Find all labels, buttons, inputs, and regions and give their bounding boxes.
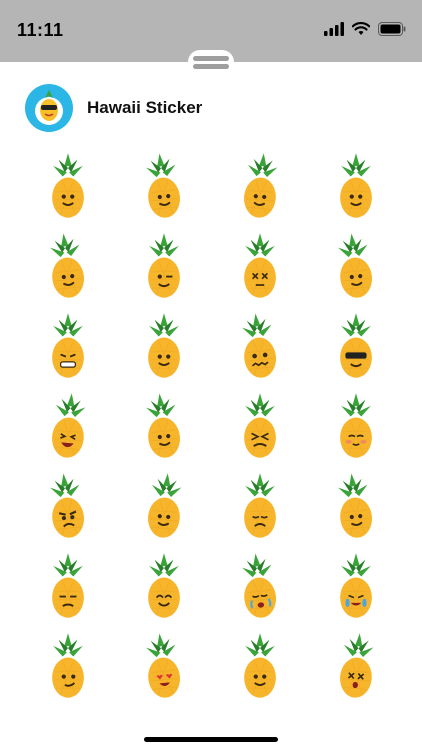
pineapple-icon [340,553,372,618]
pineapple-icon [146,393,181,458]
pineapple-icon [338,473,373,538]
status-time: 11:11 [17,20,64,40]
pineapple-angry-sticker[interactable] [20,466,116,546]
pineapple-nervous-sticker[interactable] [212,306,308,386]
pineapple-icon [340,313,372,378]
home-indicator [144,737,278,742]
pineapple-character-sticker[interactable] [20,146,116,226]
pineapple-dizzy-sticker[interactable] [212,226,308,306]
pineapple-tired-sticker[interactable] [20,546,116,626]
pineapple-icon [244,473,276,538]
pineapple-icon [340,153,372,218]
pineapple-icon [244,633,276,698]
pineapple-icon [244,393,276,458]
wifi-icon [352,22,370,35]
pineapple-knocked-out-sticker[interactable] [308,626,404,706]
cellular-signal-icon [324,22,344,36]
pineapple-sob-sticker[interactable] [308,546,404,626]
pineapple-icon [340,633,374,698]
pineapple-icon [146,153,181,218]
sticker-pack-header: Hawaii Sticker [25,84,202,132]
app-icon [25,84,73,132]
pineapple-blush-sticker[interactable] [308,386,404,466]
pineapple-icon [148,473,182,538]
pineapple-icon [148,313,180,378]
pineapple-icon [146,633,181,698]
pineapple-icon [242,553,277,618]
battery-icon [378,22,406,36]
pineapple-exercise-bike-sticker[interactable] [308,226,404,306]
sticker-sheet: Hawaii Sticker [0,50,422,750]
pineapple-jump-rope-sticker[interactable] [116,306,212,386]
pineapple-hula-hoop-sticker[interactable] [212,626,308,706]
pineapple-swimming-sticker[interactable] [116,466,212,546]
pineapple-icon [148,233,180,298]
status-icons [324,22,406,36]
pineapple-grimace-sticker[interactable] [20,306,116,386]
pineapple-icon [52,633,84,698]
pineapple-icon [52,153,84,218]
pineapple-icon [340,393,372,458]
sheet-grabber[interactable] [188,50,234,74]
pineapple-happy-sticker[interactable] [116,546,212,626]
pineapple-hockey-sticker[interactable] [116,386,212,466]
pineapple-crying-sticker[interactable] [212,546,308,626]
pineapple-icon [148,553,180,618]
pineapple-dumbbells-sticker[interactable] [212,146,308,226]
pineapple-icon [52,553,84,618]
pineapple-icon [338,233,373,298]
pineapple-sad-sticker[interactable] [212,466,308,546]
sticker-pack-title: Hawaii Sticker [87,98,203,117]
pineapple-icon [244,153,278,218]
pineapple-smirk-sticker[interactable] [20,626,116,706]
pineapple-laugh-sticker[interactable] [20,386,116,466]
pineapple-tennis-sticker[interactable] [308,146,404,226]
pineapple-boombox-sticker[interactable] [116,146,212,226]
pineapple-icon [242,313,277,378]
pineapple-icon [50,233,85,298]
sticker-grid [20,146,404,706]
pineapple-icon [52,393,86,458]
pineapple-wink-sticker[interactable] [116,226,212,306]
pineapple-treadmill-sticker[interactable] [20,226,116,306]
pineapple-icon [244,233,276,298]
pineapple-sunglasses-drink-sticker[interactable] [308,306,404,386]
pineapple-smile-sticker[interactable] [308,466,404,546]
pineapple-heart-eyes-sticker[interactable] [116,626,212,706]
pineapple-frustrated-sticker[interactable] [212,386,308,466]
pineapple-icon [52,313,84,378]
pineapple-icon [50,473,85,538]
